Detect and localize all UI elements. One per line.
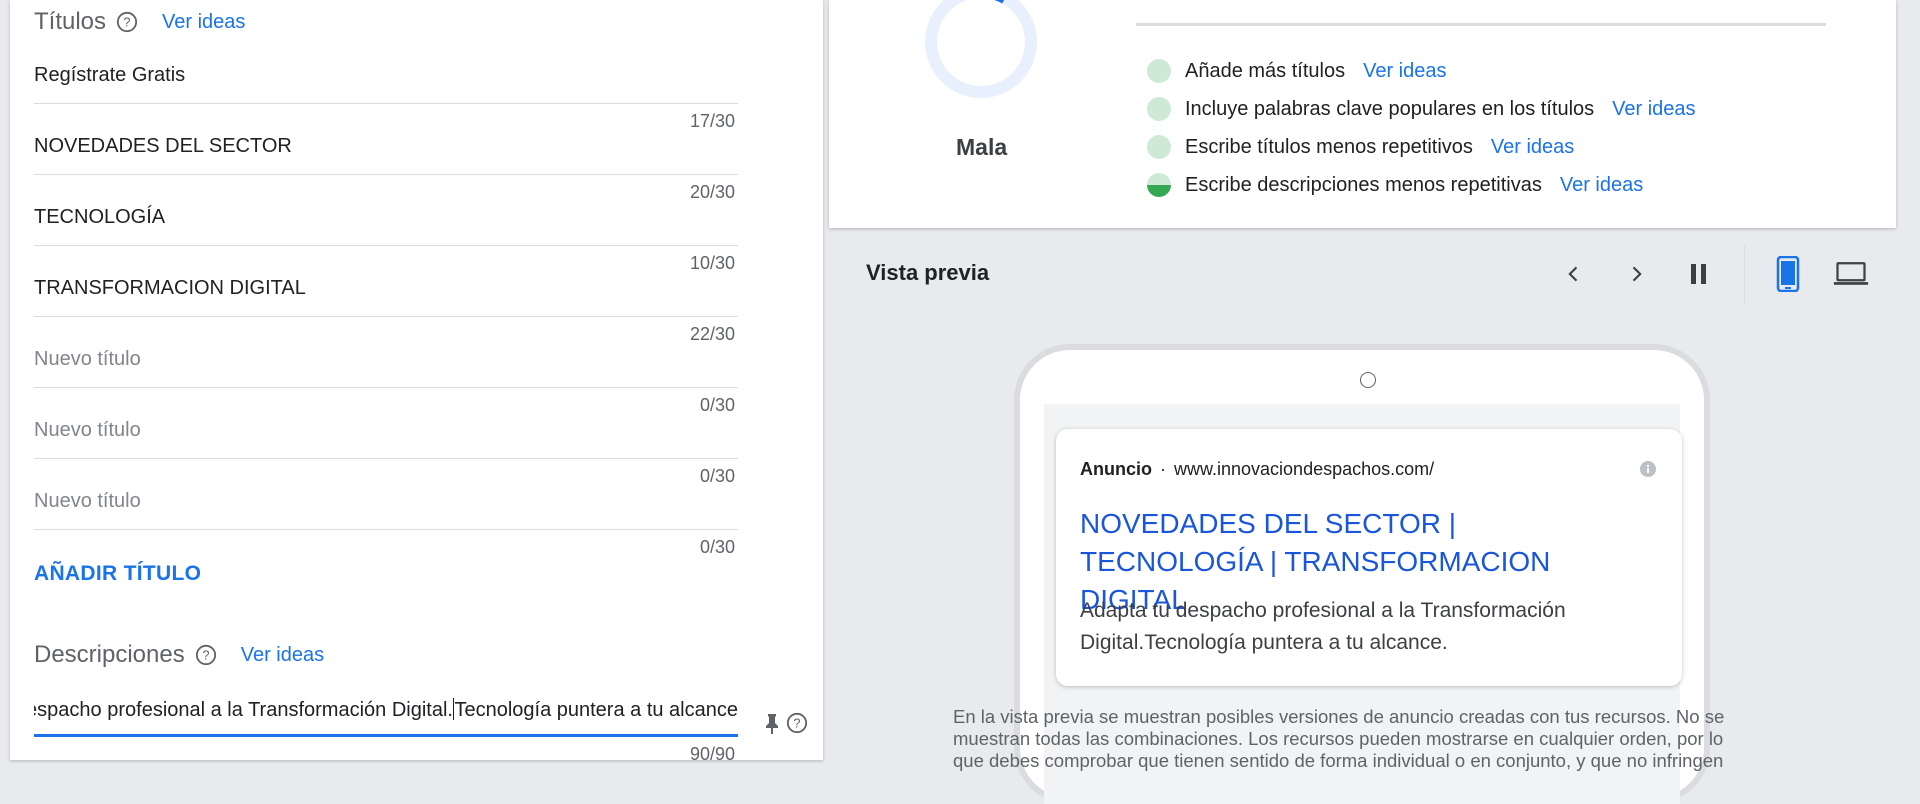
description-input[interactable]: Adapta tu despacho profesional a la Tran… (34, 688, 738, 737)
add-title-button[interactable]: AÑADIR TÍTULO (34, 562, 201, 586)
title-input[interactable]: Regístrate Gratis (34, 32, 738, 104)
tip-status-icon (1147, 59, 1171, 83)
next-button[interactable] (1618, 256, 1654, 292)
ad-description: Adapta tu despacho profesional a la Tran… (1080, 599, 1566, 654)
title-placeholder: Nuevo título (34, 348, 141, 370)
descriptions-label: Descripciones (34, 641, 185, 668)
ad-strength-tip: Añade más títulos Ver ideas (1147, 52, 1696, 90)
descriptions-ideas-link[interactable]: Ver ideas (241, 644, 324, 667)
smartphone-icon (1776, 256, 1800, 292)
description-counter: 90/90 (689, 744, 735, 764)
title-input[interactable]: NOVEDADES DEL SECTOR (34, 103, 738, 175)
tip-status-icon (1147, 173, 1171, 197)
tip-text: Escribe títulos menos repetitivos (1185, 135, 1473, 158)
pin-icon[interactable] (762, 712, 782, 736)
tip-ideas-link[interactable]: Ver ideas (1560, 174, 1643, 197)
ad-strength-rating: Mala (956, 134, 1008, 160)
divider (1136, 23, 1826, 26)
svg-text:?: ? (123, 15, 130, 30)
tip-ideas-link[interactable]: Ver ideas (1491, 136, 1574, 159)
desktop-view-button[interactable] (1833, 256, 1869, 292)
tip-status-icon (1147, 135, 1171, 159)
descriptions-header: Descripciones ? Ver ideas (34, 641, 324, 669)
previous-button[interactable] (1556, 256, 1592, 292)
svg-text:?: ? (202, 648, 209, 663)
title-counter: 0/30 (699, 537, 735, 557)
ad-header: Anuncio · www.innovaciondespachos.com/ (1080, 459, 1434, 480)
title-placeholder: Nuevo título (34, 490, 141, 512)
ad-strength-tip: Escribe descripciones menos repetitivas V… (1147, 166, 1696, 204)
tip-status-icon (1147, 97, 1171, 121)
title-placeholder: Nuevo título (34, 419, 141, 441)
tip-text: Incluye palabras clave populares en los … (1185, 97, 1595, 120)
description-value: Adapta tu despacho profesional a la Tran… (34, 698, 738, 722)
title-input[interactable]: TRANSFORMACION DIGITAL (34, 245, 738, 317)
preview-disclaimer: En la vista previa se muestran posibles … (953, 706, 1725, 771)
title-value: TECNOLOGÍA (34, 206, 166, 228)
titles-ideas-link[interactable]: Ver ideas (162, 11, 245, 34)
toolbar-divider (1744, 245, 1745, 305)
description-text-before-caret: Adapta tu despacho profesional a la Tran… (34, 699, 453, 721)
asset-editor-panel: Títulos ? Ver ideas Regístrate Gratis 17/… (10, 0, 823, 764)
pause-button[interactable] (1681, 256, 1717, 292)
ad-label: Anuncio (1080, 459, 1152, 479)
title-input[interactable]: TECNOLOGÍA (34, 174, 738, 246)
ad-strength-tip: Escribe títulos menos repetitivos Ver ide… (1147, 128, 1696, 166)
tip-text: Añade más títulos (1185, 59, 1346, 82)
title-input[interactable]: Nuevo título (34, 387, 738, 459)
description-text-after-caret: Tecnología puntera a tu alcance (454, 699, 738, 721)
help-icon[interactable]: ? (195, 644, 217, 666)
laptop-icon (1833, 262, 1869, 285)
chevron-left-icon (1568, 266, 1578, 282)
preview-title: Vista previa (866, 260, 990, 285)
title-value: TRANSFORMACION DIGITAL (34, 277, 306, 299)
title-value: Regístrate Gratis (34, 64, 186, 86)
chevron-right-icon (1632, 266, 1642, 282)
title-value: NOVEDADES DEL SECTOR (34, 135, 292, 157)
ad-display-url: www.innovaciondespachos.com/ (1174, 459, 1435, 479)
svg-text:?: ? (793, 716, 800, 731)
ad-strength-tip: Incluye palabras clave populares en los … (1147, 90, 1696, 128)
mobile-view-button[interactable] (1770, 256, 1806, 292)
ad-separator: · (1160, 459, 1166, 479)
help-icon[interactable]: ? (786, 712, 808, 734)
ad-preview-card: Anuncio · www.innovaciondespachos.com/ N… (1056, 429, 1682, 686)
help-icon[interactable]: ? (116, 11, 138, 33)
title-input[interactable]: Nuevo título (34, 316, 738, 388)
ad-strength-ring (925, 0, 1037, 98)
title-input[interactable]: Nuevo título (34, 458, 738, 530)
tip-text: Escribe descripciones menos repetitivas (1185, 173, 1542, 196)
tip-ideas-link[interactable]: Ver ideas (1612, 98, 1695, 121)
pause-icon (1691, 264, 1706, 284)
ad-strength-tips: Añade más títulos Ver ideas Incluye palabr… (1147, 52, 1696, 204)
info-icon[interactable] (1640, 461, 1656, 477)
phone-camera (1360, 372, 1376, 388)
ad-strength-card: Mala Añade más títulos Ver ideas Incluye p… (829, 0, 1896, 228)
tip-ideas-link[interactable]: Ver ideas (1363, 60, 1446, 83)
